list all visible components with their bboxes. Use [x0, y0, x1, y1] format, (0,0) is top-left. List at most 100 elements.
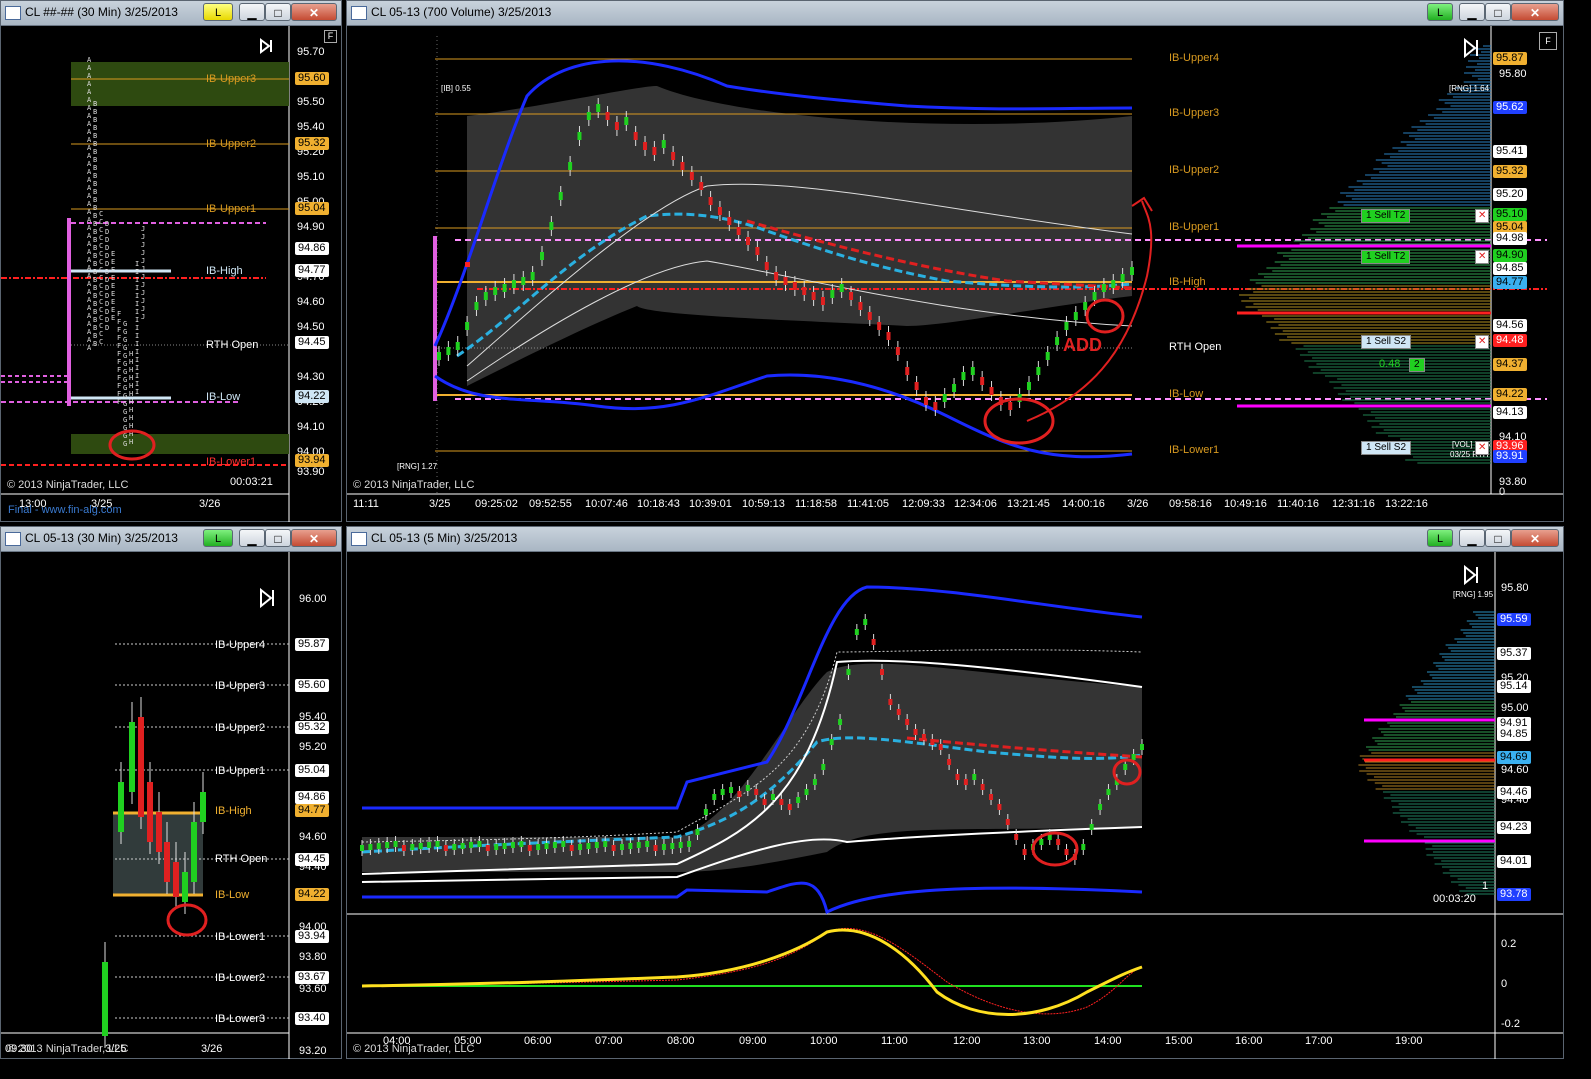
price-tag: 94.45: [295, 336, 329, 349]
titlebar[interactable]: CL 05-13 (30 Min) 3/25/2013 L ▁ □ ✕: [1, 527, 341, 552]
level-label: IB-Upper2: [1169, 164, 1220, 176]
titlebar[interactable]: CL ##-## (30 Min) 3/25/2013 L ▁ □ ✕: [1, 1, 341, 26]
bar-timer: 00:03:21: [230, 476, 273, 488]
price-tick-label: 0: [1501, 978, 1508, 990]
chart-canvas: [347, 552, 1563, 1059]
window-title: CL 05-13 (5 Min) 3/25/2013: [371, 531, 518, 545]
svg-text:A: A: [87, 280, 92, 288]
svg-text:I: I: [135, 380, 139, 388]
svg-text:H: H: [129, 414, 133, 422]
svg-text:G: G: [123, 440, 127, 448]
maximize-button[interactable]: □: [265, 3, 291, 21]
link-button[interactable]: L: [1427, 3, 1453, 21]
close-button[interactable]: ✕: [1511, 529, 1559, 547]
price-tag: 93.94: [295, 454, 329, 467]
minimize-button[interactable]: ▁: [1459, 529, 1485, 547]
svg-text:F: F: [117, 350, 121, 358]
svg-text:C: C: [99, 282, 103, 290]
chart-area[interactable]: F [IB] 0.55 [RNG] 1.64 [RNG] 1.27 [VOL] …: [347, 26, 1563, 521]
price-tick-label: 94.60: [299, 831, 327, 843]
level-label: IB-Upper3: [215, 680, 266, 692]
price-tag: 94.85: [1493, 262, 1527, 275]
f-toggle-button[interactable]: F: [324, 30, 337, 43]
svg-text:B: B: [93, 324, 97, 332]
svg-text:I: I: [135, 340, 139, 348]
chart-app-icon: [351, 6, 367, 20]
price-tick-label: 94.60: [1501, 764, 1529, 776]
close-button[interactable]: ✕: [1511, 3, 1559, 21]
level-label: IB-High: [1169, 276, 1206, 288]
chart-area[interactable]: 96.00 95.40 95.20 94.60 94.40 94.00 93.80 93.60…: [1, 552, 341, 1059]
svg-text:B: B: [93, 308, 97, 316]
close-button[interactable]: ✕: [291, 529, 337, 547]
price-tick-label: -0.2: [1501, 1018, 1520, 1030]
order-button[interactable]: 1 Sell T2: [1361, 209, 1411, 223]
svg-text:A: A: [87, 240, 92, 248]
cancel-order-icon[interactable]: ✕: [1475, 250, 1490, 264]
price-tag: 94.77: [295, 264, 329, 277]
window-top-right[interactable]: CL 05-13 (700 Volume) 3/25/2013 L ▁ □ ✕: [346, 0, 1564, 522]
price-tag: 94.45: [295, 853, 329, 866]
pnl-value: 0.48: [1379, 358, 1401, 370]
minimize-button[interactable]: ▁: [239, 529, 265, 547]
level-label: IB-Lower1: [1169, 444, 1220, 456]
svg-text:F: F: [117, 358, 121, 366]
price-tick-label: 96.00: [299, 593, 327, 605]
svg-text:D: D: [105, 244, 109, 252]
svg-text:H: H: [129, 382, 133, 390]
svg-text:A: A: [87, 328, 92, 336]
window-bottom-left[interactable]: CL 05-13 (30 Min) 3/25/2013 L ▁ □ ✕ 96.0…: [0, 526, 342, 1059]
level-label: IB-Lower1: [215, 931, 266, 943]
svg-text:F: F: [117, 310, 121, 318]
svg-text:C: C: [99, 266, 103, 274]
time-label: 3/26: [201, 1043, 223, 1055]
close-button[interactable]: ✕: [291, 3, 337, 21]
chart-app-icon: [5, 532, 21, 546]
link-button[interactable]: L: [1427, 529, 1453, 547]
svg-text:I: I: [135, 284, 139, 292]
svg-text:I: I: [135, 356, 139, 364]
order-label: Sell S2: [1374, 336, 1407, 347]
titlebar[interactable]: CL 05-13 (5 Min) 3/25/2013 L ▁ □ ✕: [347, 527, 1563, 552]
svg-text:B: B: [93, 164, 97, 172]
svg-text:H: H: [129, 438, 133, 446]
chart-area[interactable]: [RNG] 1.95 00:03:20 1 95.80 95.20 95.00 94.…: [347, 552, 1563, 1059]
price-tag: 94.22: [295, 888, 329, 901]
maximize-button[interactable]: □: [1485, 529, 1511, 547]
svg-text:E: E: [111, 306, 115, 314]
window-title: CL 05-13 (700 Volume) 3/25/2013: [371, 5, 552, 19]
order-button[interactable]: 1 Sell S2: [1361, 441, 1412, 455]
svg-text:A: A: [87, 344, 92, 352]
price-tag: 95.62: [1493, 101, 1527, 114]
cancel-order-icon[interactable]: ✕: [1475, 209, 1490, 223]
svg-text:D: D: [105, 252, 109, 260]
time-label: 10:00: [810, 1035, 838, 1047]
price-tick-label: 93.20: [299, 1045, 327, 1057]
maximize-button[interactable]: □: [265, 529, 291, 547]
svg-text:C: C: [99, 338, 103, 346]
level-label: IB-Low: [206, 391, 241, 403]
order-button[interactable]: 1 Sell T2: [1361, 250, 1411, 264]
maximize-button[interactable]: □: [1485, 3, 1511, 21]
website-link[interactable]: Final - www.fin-alg.com: [8, 504, 122, 516]
window-top-left[interactable]: CL ##-## (30 Min) 3/25/2013 L ▁ □ ✕ AAAA…: [0, 0, 342, 522]
price-tag: 95.32: [295, 137, 329, 150]
chart-area[interactable]: AAAAAAAAAAAAAAAAAAAAAAAAAAAAAAAAAAAAABBB…: [1, 26, 341, 522]
price-tag: 94.22: [1493, 388, 1527, 401]
price-tick-label: 95.20: [299, 741, 327, 753]
order-button[interactable]: 1 Sell S2: [1361, 335, 1412, 349]
time-label: 16:00: [1235, 1035, 1263, 1047]
titlebar[interactable]: CL 05-13 (700 Volume) 3/25/2013 L ▁ □ ✕: [347, 1, 1563, 26]
level-label: IB-Upper2: [215, 722, 266, 734]
cancel-order-icon[interactable]: ✕: [1475, 335, 1490, 349]
f-toggle-button[interactable]: F: [1539, 32, 1557, 50]
minimize-button[interactable]: ▁: [239, 3, 265, 21]
svg-text:B: B: [93, 340, 97, 348]
svg-text:A: A: [87, 184, 92, 192]
link-button[interactable]: L: [203, 529, 233, 547]
cancel-order-icon[interactable]: ✕: [1475, 441, 1490, 455]
minimize-button[interactable]: ▁: [1459, 3, 1485, 21]
window-bottom-right[interactable]: CL 05-13 (5 Min) 3/25/2013 L ▁ □ ✕ [RNG]…: [346, 526, 1564, 1059]
price-tag: 95.14: [1497, 680, 1531, 693]
link-button[interactable]: L: [203, 3, 233, 21]
